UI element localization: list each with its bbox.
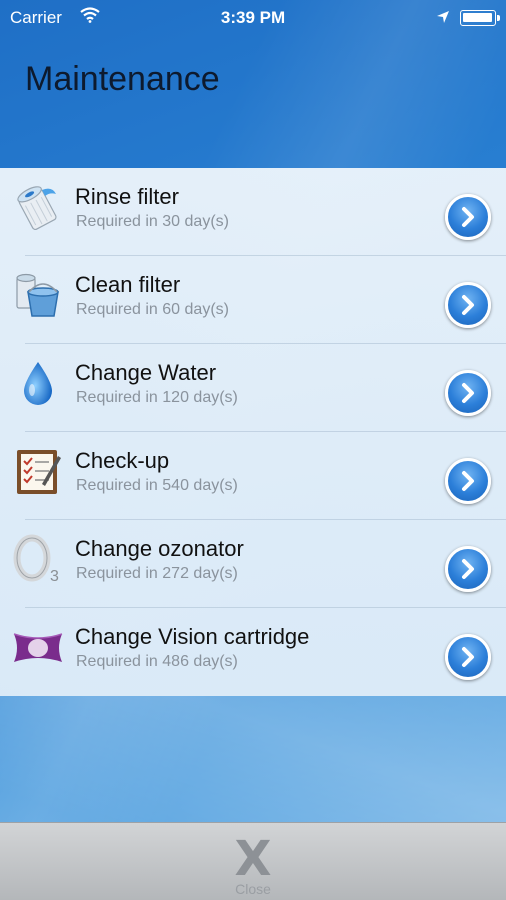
item-title: Change Vision cartridge [75,624,310,649]
checklist-icon [12,446,64,498]
list-item-change-vision-cartridge[interactable]: Change Vision cartridge Required in 486 … [0,608,506,696]
item-title: Change Water [75,360,217,385]
svg-text:3: 3 [50,568,59,585]
list-item-clean-filter[interactable]: Clean filter Required in 60 day(s) [0,256,506,344]
water-drop-icon [12,358,64,410]
item-title: Clean filter [75,272,181,297]
status-time: 3:39 PM [220,8,286,27]
chevron-right-icon[interactable] [445,634,491,680]
location-icon [436,9,450,29]
battery-icon [460,10,500,26]
item-title: Change ozonator [75,536,244,561]
item-subtitle: Required in 60 day(s) [76,301,229,318]
list-item-change-ozonator[interactable]: 3 Change ozonator Required in 272 day(s) [0,520,506,608]
item-subtitle: Required in 486 day(s) [76,653,238,670]
item-title: Rinse filter [75,184,179,209]
close-label: Close [235,881,271,897]
ozone-o3-icon: 3 [12,534,64,586]
maintenance-list: Rinse filter Required in 30 day(s) Clean… [0,168,506,696]
item-subtitle: Required in 540 day(s) [76,477,238,494]
close-icon: X [234,831,272,887]
item-subtitle: Required in 120 day(s) [76,389,238,406]
bucket-icon [12,270,64,322]
list-item-change-water[interactable]: Change Water Required in 120 day(s) [0,344,506,432]
bottom-toolbar: X Close [0,822,506,900]
item-subtitle: Required in 272 day(s) [76,565,238,582]
chevron-right-icon[interactable] [445,370,491,416]
item-subtitle: Required in 30 day(s) [76,213,229,230]
chevron-right-icon[interactable] [445,546,491,592]
chevron-right-icon[interactable] [445,458,491,504]
close-button[interactable]: X Close [213,829,293,900]
vision-cartridge-icon [12,622,64,674]
chevron-right-icon[interactable] [445,282,491,328]
page-title: Maintenance [25,60,220,98]
list-item-check-up[interactable]: Check-up Required in 540 day(s) [0,432,506,520]
chevron-right-icon[interactable] [445,194,491,240]
status-bar: Carrier 3:39 PM [0,0,506,36]
list-item-rinse-filter[interactable]: Rinse filter Required in 30 day(s) [0,168,506,256]
filter-cartridge-icon [12,182,64,234]
item-title: Check-up [75,448,170,473]
